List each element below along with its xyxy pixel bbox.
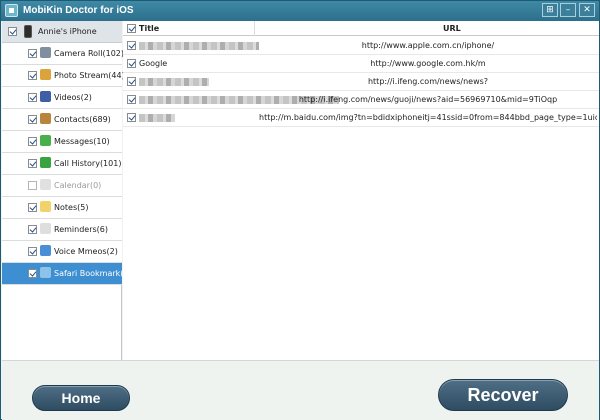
sidebar-item-label: Photo Stream(44) (54, 71, 125, 80)
bookmark-url: http://www.apple.com.cn/iphone/ (361, 41, 495, 50)
row-checkbox[interactable] (127, 41, 136, 50)
bookmark-title: Google (139, 59, 168, 68)
row-checkbox[interactable] (127, 95, 136, 104)
contacts-icon (40, 113, 51, 124)
sidebar-item-contacts[interactable]: Contacts(689) (2, 109, 122, 131)
sidebar-item-checkbox[interactable] (28, 49, 37, 58)
sidebar-item-checkbox[interactable] (28, 159, 37, 168)
bookmark-table: Title URL http://www.apple.com.cn/iphone… (123, 21, 599, 360)
sidebar-item-label: Videos(2) (54, 93, 92, 102)
camera-icon (40, 47, 51, 58)
sidebar-item-checkbox[interactable] (28, 269, 37, 278)
sidebar-item-voice-memos[interactable]: Voice Mmeos(2) (2, 241, 122, 263)
sidebar-item-notes[interactable]: Notes(5) (2, 197, 122, 219)
sidebar-item-camera[interactable]: Camera Roll(102) (2, 43, 124, 65)
sidebar-item-label: Contacts(689) (54, 115, 111, 124)
sidebar-item-messages[interactable]: Messages(10) (2, 131, 122, 153)
column-header-url[interactable]: URL (443, 24, 461, 33)
action-bar: Home Recover (2, 360, 599, 420)
notes-icon (40, 201, 51, 212)
table-row[interactable]: http://www.apple.com.cn/iphone/ (123, 37, 599, 55)
category-sidebar: Annie's iPhone Camera Roll(102) Photo Str… (2, 21, 132, 360)
sidebar-item-checkbox[interactable] (28, 203, 37, 212)
row-checkbox[interactable] (127, 113, 136, 122)
table-row[interactable]: Google http://www.google.com.hk/m (123, 55, 599, 73)
sidebar-item-video[interactable]: Videos(2) (2, 87, 122, 109)
sidebar-item-label: Calendar(0) (54, 181, 102, 190)
app-logo-icon (5, 4, 18, 17)
bookmark-url: http://www.google.com.hk/m (370, 59, 486, 68)
redacted-title (139, 114, 175, 122)
home-button[interactable]: Home (32, 385, 130, 411)
sidebar-item-reminders[interactable]: Reminders(6) (2, 219, 122, 241)
sidebar-item-checkbox[interactable] (28, 71, 37, 80)
sidebar-item-label: Notes(5) (54, 203, 89, 212)
phone-icon (40, 157, 51, 168)
table-header: Title URL (123, 21, 599, 36)
window-title: MobiKin Doctor for iOS (23, 5, 134, 16)
app-window: MobiKin Doctor for iOS ⊞ – ✕ Annie's iPh… (0, 0, 600, 420)
select-all-checkbox[interactable] (127, 24, 136, 33)
sidebar-item-checkbox[interactable] (28, 115, 37, 124)
iphone-icon (24, 25, 32, 38)
table-row[interactable]: http://i.ifeng.com/news/guoji/news?aid=5… (123, 91, 599, 109)
sidebar-item-label: Voice Mmeos(2) (54, 247, 118, 256)
close-button[interactable]: ✕ (579, 3, 595, 17)
row-checkbox[interactable] (127, 77, 136, 86)
sidebar-item-label: Safari Bookmark(5) (54, 269, 132, 278)
photo-stream-icon (40, 69, 51, 80)
minimize-button[interactable]: – (560, 3, 576, 17)
bookmark-url: http://m.baidu.com/img?tn=bdidxiphoneitj… (259, 113, 597, 122)
bookmark-url: http://i.ifeng.com/news/guoji/news?aid=5… (298, 95, 558, 104)
row-checkbox[interactable] (127, 59, 136, 68)
messages-icon (40, 135, 51, 146)
redacted-title (139, 42, 259, 50)
safari-icon (40, 267, 51, 278)
device-label: Annie's iPhone (38, 27, 97, 36)
voice-memos-icon (40, 245, 51, 256)
sidebar-item-label: Call History(101) (54, 159, 122, 168)
sidebar-item-label: Messages(10) (54, 137, 110, 146)
sidebar-item-checkbox[interactable] (28, 225, 37, 234)
video-icon (40, 91, 51, 102)
reminders-icon (40, 223, 51, 234)
sidebar-item-phone[interactable]: Call History(101) (2, 153, 122, 175)
sidebar-item-checkbox[interactable] (28, 93, 37, 102)
sidebar-item-photo-stream[interactable]: Photo Stream(44) (2, 65, 125, 87)
recover-button[interactable]: Recover (438, 379, 568, 411)
bookmark-url: http://i.ifeng.com/news/news? (367, 77, 489, 86)
sidebar-item-checkbox[interactable] (28, 181, 37, 190)
device-node[interactable]: Annie's iPhone (2, 21, 122, 43)
title-bar: MobiKin Doctor for iOS ⊞ – ✕ (1, 1, 599, 21)
column-divider (254, 21, 255, 36)
calendar-icon (40, 179, 51, 190)
restore-button[interactable]: ⊞ (542, 3, 558, 17)
device-checkbox[interactable] (8, 27, 17, 36)
sidebar-item-safari[interactable]: Safari Bookmark(5) (2, 263, 132, 285)
sidebar-item-checkbox[interactable] (28, 137, 37, 146)
sidebar-item-checkbox[interactable] (28, 247, 37, 256)
column-header-title[interactable]: Title (139, 24, 159, 33)
redacted-title (139, 78, 209, 86)
table-row[interactable]: http://i.ifeng.com/news/news? (123, 73, 599, 91)
sidebar-item-label: Reminders(6) (54, 225, 108, 234)
sidebar-item-calendar[interactable]: Calendar(0) (2, 175, 122, 197)
table-row[interactable]: http://m.baidu.com/img?tn=bdidxiphoneitj… (123, 109, 599, 127)
sidebar-item-label: Camera Roll(102) (54, 49, 124, 58)
